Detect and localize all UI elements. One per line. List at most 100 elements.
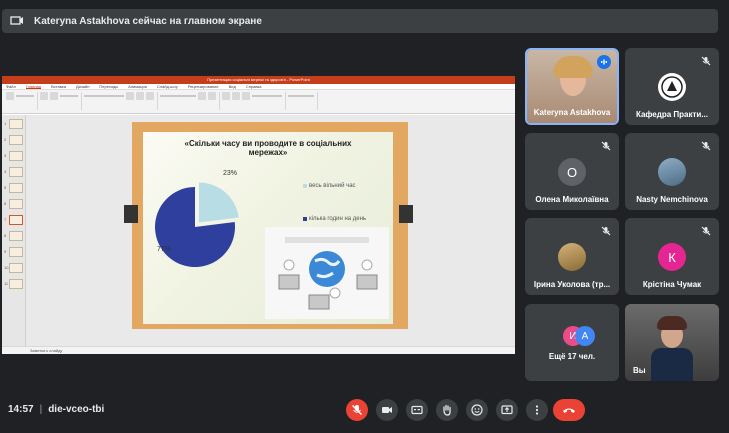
slide-canvas: «Скільки часу ви проводите в соціальних … (26, 115, 515, 346)
captions-button[interactable] (406, 399, 428, 421)
participant-name: Кафедра Практи... (635, 110, 708, 119)
mic-off-icon (701, 56, 711, 66)
ribbon-group-font (84, 92, 158, 110)
powerpoint-ribbon (2, 90, 515, 114)
slide-thumbnail-selected: 7 (4, 215, 23, 225)
shared-screen[interactable]: Презентация соціальні мережі та здоров'я… (2, 76, 515, 354)
microphone-toggle-button[interactable] (346, 399, 368, 421)
legend-label: весь вільний час (309, 183, 356, 189)
pie-label-small: 23% (223, 170, 238, 177)
present-screen-button[interactable] (496, 399, 518, 421)
mic-off-icon (601, 226, 611, 236)
participant-tile-kateryna[interactable]: Kateryna Astakhova (525, 48, 619, 125)
participant-name: Ірина Уколова (тр... (533, 280, 611, 289)
raise-hand-button[interactable] (436, 399, 458, 421)
ribbon-tab: Слайд-шоу (156, 84, 178, 89)
ribbon-group-editing (288, 92, 318, 110)
legend-swatch (303, 184, 307, 188)
end-call-icon (563, 408, 575, 413)
participant-tile-kafedra[interactable]: Кафедра Практи... (625, 48, 719, 125)
slide-thumbnail: 1 (4, 119, 23, 129)
present-screen-icon (501, 405, 513, 415)
participant-name: Крістіна Чумак (642, 280, 702, 289)
slide: «Скільки часу ви проводите в соціальних … (124, 122, 413, 329)
ribbon-tab: Рецензирование (187, 84, 219, 89)
slide-content: «Скільки часу ви проводите в соціальних … (143, 132, 393, 324)
slide-thumbnail: 9 (4, 247, 23, 257)
legend-item: весь вільний час (303, 183, 356, 189)
participant-avatar-photo (558, 243, 586, 271)
ribbon-tab-active: Главная (25, 84, 42, 89)
slide-thumbnail: 3 (4, 151, 23, 161)
emoji-icon (471, 404, 483, 416)
participant-tile-kristina[interactable]: К Крістіна Чумак (625, 218, 719, 295)
ribbon-group-slides (40, 92, 82, 110)
more-options-button[interactable] (526, 399, 548, 421)
slide-thumbnail: 4 (4, 167, 23, 177)
ribbon-tab: Анимация (128, 84, 147, 89)
participant-avatar: О (558, 158, 586, 186)
mic-off-icon (352, 405, 362, 415)
ribbon-tab: Справка (245, 84, 262, 89)
participant-name: Вы (633, 366, 646, 375)
ribbon-tab: Переходы (99, 84, 119, 89)
end-call-button[interactable] (553, 399, 585, 421)
powerpoint-status-bar: Заметки к слайду (2, 346, 515, 354)
slide-thumbnail: 5 (4, 183, 23, 193)
more-vert-icon (535, 405, 539, 415)
body-shape (651, 348, 693, 381)
self-view-tile[interactable]: Вы (625, 304, 719, 381)
slide-thumbnail: 10 (4, 263, 23, 273)
speaking-indicator-icon (597, 55, 611, 69)
participant-tile-nasty[interactable]: Nasty Nemchinova (625, 133, 719, 210)
meeting-info: 14:57 | die-vceo-tbi (8, 404, 104, 415)
participant-name: Nasty Nemchinova (636, 195, 708, 204)
slide-thumbnail: 11 (4, 279, 23, 289)
participant-avatar (658, 73, 686, 101)
ribbon-tab: Вид (228, 84, 236, 89)
participant-name: Олена Миколаївна (535, 195, 609, 204)
ribbon-group-clipboard (6, 92, 38, 110)
slide-thumbnail: 8 (4, 231, 23, 241)
meeting-separator: | (39, 404, 43, 415)
legend-swatch (303, 217, 307, 221)
mic-off-icon (601, 141, 611, 151)
ribbon-tab: Вставка (51, 84, 66, 89)
banner-text: Kateryna Astakhova сейчас на главном экр… (34, 15, 262, 27)
mic-off-icon (701, 141, 711, 151)
slide-decoration (124, 205, 138, 223)
slide-thumbnail: 2 (4, 135, 23, 145)
meeting-time: 14:57 (8, 404, 34, 415)
university-logo-icon (661, 76, 683, 98)
hair-shape (657, 316, 687, 330)
emoji-button[interactable] (466, 399, 488, 421)
legend-item: кілька годин на день (303, 216, 366, 222)
hair-shape (553, 56, 593, 78)
powerpoint-workspace: 1 2 3 4 5 6 7 8 9 10 11 «Скільки часу ви… (2, 115, 515, 346)
ribbon-group-drawing (222, 92, 286, 110)
meet-window: Kateryna Astakhova сейчас на главном экр… (0, 0, 729, 433)
ribbon-tab: Файл (6, 84, 16, 89)
pin-icon[interactable] (10, 14, 24, 28)
legend-label: кілька годин на день (309, 216, 367, 222)
mic-off-icon (701, 226, 711, 236)
ribbon-tab: Дизайн (75, 84, 90, 89)
camera-icon (382, 407, 392, 413)
more-participants-label: Ещё 17 чел. (548, 352, 596, 361)
presenting-banner: Kateryna Astakhova сейчас на главном экр… (2, 9, 718, 33)
participant-avatar-photo (658, 158, 686, 186)
captions-icon (411, 405, 423, 415)
hand-icon (443, 404, 451, 416)
camera-toggle-button[interactable] (376, 399, 398, 421)
participant-tile-iryna[interactable]: Ірина Уколова (тр... (525, 218, 619, 295)
more-participants-tile[interactable]: И А Ещё 17 чел. (525, 304, 619, 381)
participant-tile-olena[interactable]: О Олена Миколаївна (525, 133, 619, 210)
slide-thumbnail: 6 (4, 199, 23, 209)
participant-avatar: А (575, 326, 595, 346)
slide-decoration (399, 205, 413, 223)
participant-name: Kateryna Astakhova (533, 108, 611, 117)
meeting-code[interactable]: die-vceo-tbi (48, 404, 104, 415)
slide-thumbnails: 1 2 3 4 5 6 7 8 9 10 11 (2, 115, 26, 346)
ribbon-group-paragraph (160, 92, 220, 110)
participant-avatar: К (658, 243, 686, 271)
